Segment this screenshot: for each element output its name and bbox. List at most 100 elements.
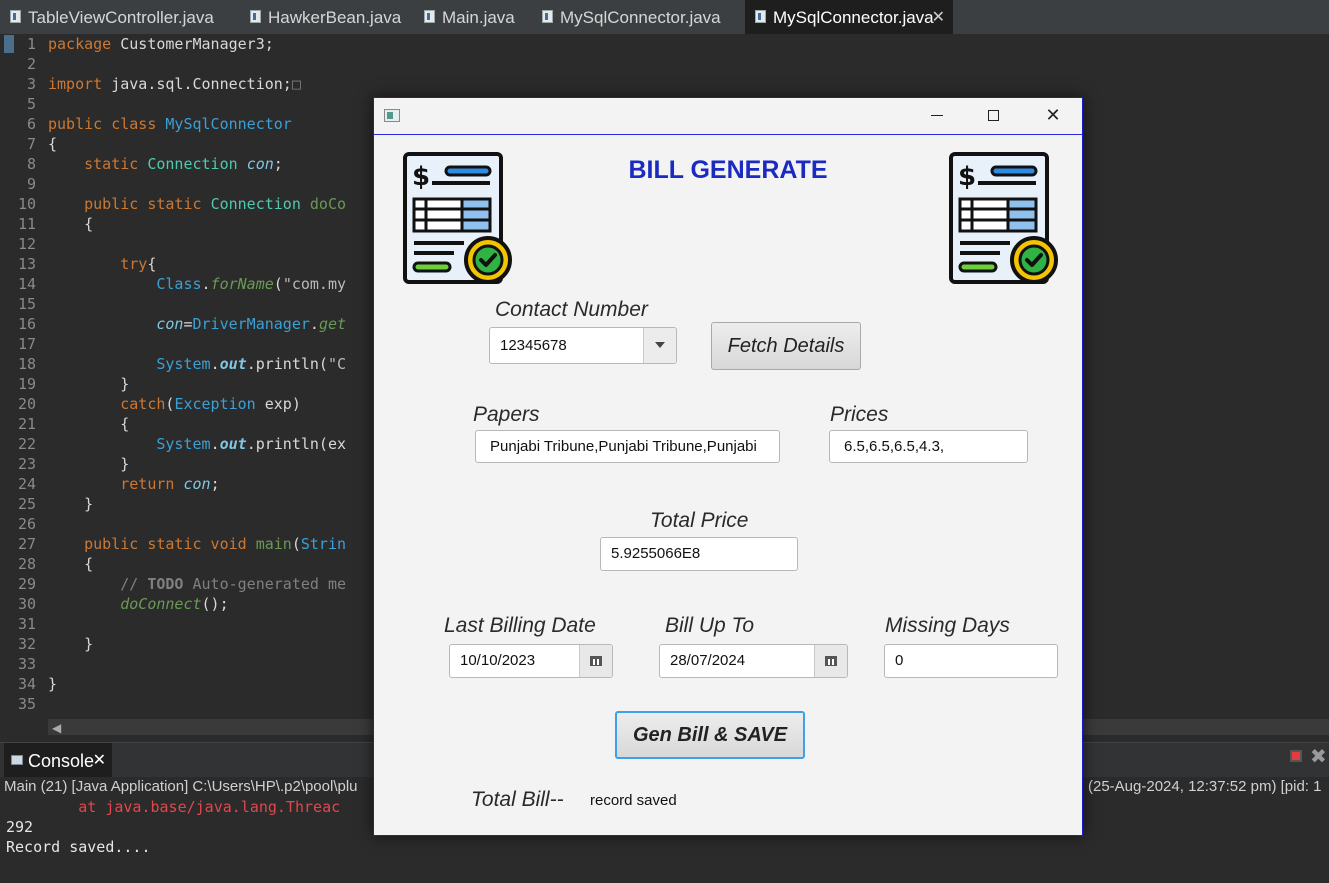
svg-text:$: $ [412,162,430,192]
code-token: java.sql.Connection; [102,75,292,93]
console-launch-info: Main (21) [Java Application] C:\Users\HP… [4,778,358,795]
close-console-icon[interactable]: ✕ [93,743,106,779]
code-token: try [48,255,148,273]
code-text: catch(Exception exp) [48,394,301,414]
code-text: con=DriverManager.get [48,314,346,334]
line-number: 2 [26,55,36,73]
code-token: Connection [210,195,310,213]
code-line: 1 package CustomerManager3; [0,34,1329,54]
papers-field[interactable]: Punjabi Tribune,Punjabi Tribune,Punjabi [475,430,780,463]
close-tab-icon[interactable]: ✕ [932,0,945,36]
code-token: ; [273,155,283,173]
line-number: 34 [17,675,36,693]
code-token: "com.my [282,275,347,293]
code-token: { [147,255,157,273]
code-text: { [48,134,57,154]
code-token: . [309,315,319,333]
console-output-line: at java.base/java.lang.Threac [6,798,341,816]
code-text: { [48,214,93,234]
code-token: CustomerManager3; [111,35,274,53]
code-token: } [48,495,94,513]
prices-label: Prices [830,403,889,426]
java-file-icon [542,10,553,23]
bill-receipt-icon: $ [949,152,1058,284]
code-token: □ [291,75,301,93]
maximize-button[interactable] [971,98,1017,134]
code-token: public static [48,195,211,213]
minimize-icon [931,115,943,116]
calendar-button[interactable] [814,645,847,677]
contact-number-combobox[interactable]: 12345678 [489,327,677,364]
line-number: 25 [17,495,36,513]
line-number: 13 [17,255,36,273]
fetch-details-button[interactable]: Fetch Details [711,322,861,370]
status-message: record saved [590,792,677,809]
tab-hawkerbean[interactable]: HawkerBean.java [240,0,414,34]
code-token: } [48,455,130,473]
code-text: { [48,554,93,574]
code-token: = [183,315,193,333]
line-number: 21 [17,415,36,433]
prices-field[interactable]: 6.5,6.5,6.5,4.3, [829,430,1028,463]
gen-bill-save-button[interactable]: Gen Bill & SAVE [615,711,805,759]
tab-mysqlconnector-active[interactable]: MySqlConnector.java ✕ [745,0,953,34]
last-billing-date-picker[interactable]: 10/10/2023 [449,644,613,678]
scroll-left-icon[interactable]: ◀ [52,721,61,735]
code-token: out [219,435,247,453]
remove-launch-icon[interactable]: ✖ [1310,744,1327,768]
code-token: .println(ex [246,435,347,453]
console-tab-label: Console [28,751,95,771]
code-token: main [255,535,292,553]
combobox-dropdown-button[interactable] [643,328,676,363]
code-token: public static void [48,535,256,553]
app-icon [384,109,400,122]
line-number: 15 [17,295,36,313]
calendar-button[interactable] [579,645,612,677]
total-price-field[interactable]: 5.9255066E8 [600,537,798,571]
code-text: try{ [48,254,156,274]
code-token: (); [201,595,229,613]
line-number: 8 [26,155,36,173]
code-text: import java.sql.Connection;□ [48,74,301,94]
bill-receipt-icon: $ [403,152,512,284]
tab-tableviewcontroller[interactable]: TableViewController.java [0,0,240,34]
line-number: 18 [17,355,36,373]
code-token: { [48,555,94,573]
code-line: 3 import java.sql.Connection;□ [0,74,1329,94]
missing-days-field[interactable]: 0 [884,644,1058,678]
tab-label: MySqlConnector.java [773,8,934,27]
code-token: } [48,375,130,393]
minimize-button[interactable] [914,98,960,134]
line-number: 22 [17,435,36,453]
tab-mysqlconnector[interactable]: MySqlConnector.java [532,0,745,34]
total-price-label: Total Price [650,509,749,532]
java-file-icon [250,10,261,23]
console-icon [11,755,23,765]
code-token: { [48,135,58,153]
window-titlebar[interactable]: ✕ [374,98,1082,135]
line-number: 23 [17,455,36,473]
line-number: 7 [26,135,36,153]
tab-main[interactable]: Main.java [414,0,532,34]
code-text: // TODO Auto-generated me [48,574,346,594]
bill-generate-window: ✕ BILL GENERATE $ $ Contact Number 12345… [373,97,1083,836]
line-number: 28 [17,555,36,573]
close-window-button[interactable]: ✕ [1030,98,1076,134]
line-number: 27 [17,535,36,553]
tab-label: MySqlConnector.java [560,8,721,27]
bill-up-to-date-picker[interactable]: 28/07/2024 [659,644,848,678]
code-text: { [48,414,129,434]
maximize-icon [988,110,999,121]
console-launch-time: (25-Aug-2024, 12:37:52 pm) [pid: 1 [1088,778,1322,795]
code-text: } [48,374,129,394]
chevron-down-icon [655,342,665,348]
total-bill-label: Total Bill-- [471,788,564,811]
line-number: 5 [26,95,36,113]
code-token: } [48,635,94,653]
code-token: MySqlConnector [165,115,292,133]
code-text: System.out.println("C [48,354,346,374]
terminate-button[interactable] [1290,750,1302,762]
svg-text:$: $ [958,162,976,192]
line-number: 19 [17,375,36,393]
console-tab[interactable]: Console ✕ [4,743,112,777]
